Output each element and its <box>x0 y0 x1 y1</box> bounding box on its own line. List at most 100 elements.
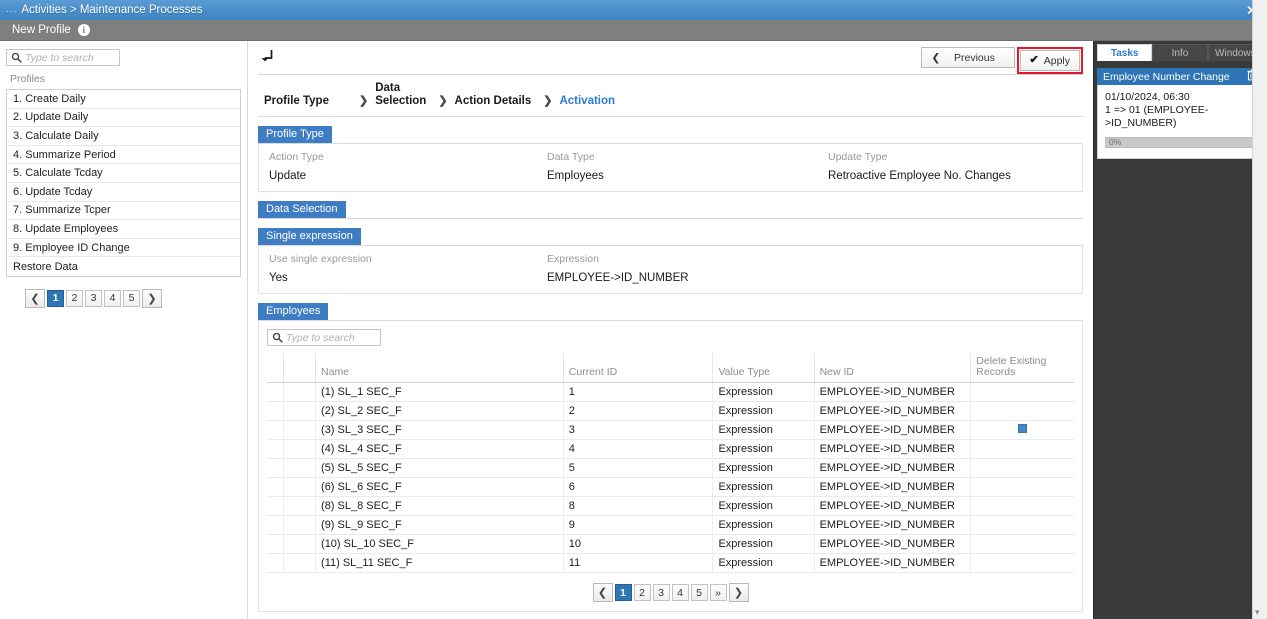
table-row[interactable]: (2) SL_2 SEC_F 2 Expression EMPLOYEE->ID… <box>267 401 1074 421</box>
table-row[interactable]: (8) SL_8 SEC_F 8 Expression EMPLOYEE->ID… <box>267 496 1074 516</box>
step-data-selection[interactable]: Data Selection <box>375 82 426 108</box>
previous-button[interactable]: ❮ Previous <box>920 47 1015 68</box>
cell-name: (6) SL_6 SEC_F <box>315 477 564 497</box>
list-item-label: 7. Summarize Tcper <box>13 204 111 217</box>
pagination-page-1[interactable]: 1 <box>47 289 64 307</box>
new-profile-label: New Profile <box>12 24 71 36</box>
table-row[interactable]: (6) SL_6 SEC_F 6 Expression EMPLOYEE->ID… <box>267 477 1074 497</box>
table-row[interactable]: (4) SL_4 SEC_F 4 Expression EMPLOYEE->ID… <box>267 439 1074 459</box>
tab-tasks[interactable]: Tasks <box>1097 44 1153 61</box>
info-icon[interactable]: i <box>77 24 90 36</box>
chevron-left-icon: ❮ <box>931 51 941 64</box>
tab-info[interactable]: Info <box>1152 44 1208 61</box>
sidebar-item-update-tcday[interactable]: 6. Update Tcday <box>7 183 240 202</box>
cell-delete-existing[interactable] <box>970 401 1074 421</box>
column-header-current-id[interactable]: Current ID <box>562 353 713 383</box>
cell-select[interactable] <box>267 534 284 554</box>
cell-delete-existing[interactable] <box>970 515 1074 535</box>
window-scrollbar[interactable]: ▾ <box>1252 0 1267 619</box>
sidebar-item-calculate-daily[interactable]: 3. Calculate Daily <box>7 127 240 146</box>
pagination-page-3[interactable]: 3 <box>652 584 670 601</box>
pagination-next-button[interactable]: ❯ <box>142 288 162 308</box>
cell-delete-existing[interactable] <box>970 439 1074 459</box>
section-title-fill <box>332 126 1083 143</box>
pagination-next-button[interactable]: ❯ <box>728 583 749 602</box>
step-action-details[interactable]: Action Details <box>455 95 532 108</box>
window-title-bar: ... Activities > Maintenance Processes ✕ <box>0 0 1267 20</box>
cell-value-type: Expression <box>712 496 815 516</box>
cell-select[interactable] <box>267 420 284 440</box>
application-window: ... Activities > Maintenance Processes ✕… <box>0 0 1267 619</box>
sidebar-item-employee-id-change[interactable]: 9. Employee ID Change <box>7 239 240 258</box>
sidebar-item-summarize-tcper[interactable]: 7. Summarize Tcper <box>7 202 240 221</box>
pagination-page-5[interactable]: 5 <box>690 584 708 601</box>
table-row[interactable]: (11) SL_11 SEC_F 11 Expression EMPLOYEE-… <box>267 553 1074 573</box>
field-expression: Expression EMPLOYEE->ID_NUMBER <box>537 253 818 284</box>
cell-select[interactable] <box>267 401 284 421</box>
sidebar-item-summarize-period[interactable]: 4. Summarize Period <box>7 146 240 165</box>
column-header-indicator[interactable] <box>282 353 316 383</box>
cell-current-id: 5 <box>562 458 713 478</box>
cell-select[interactable] <box>267 382 284 402</box>
pagination-page-2[interactable]: 2 <box>66 289 83 307</box>
list-item-label: Restore Data <box>13 260 78 273</box>
cell-new-id: EMPLOYEE->ID_NUMBER <box>813 382 971 402</box>
column-header-new-id[interactable]: New ID <box>813 353 971 383</box>
cell-select[interactable] <box>267 496 284 516</box>
table-row[interactable]: (1) SL_1 SEC_F 1 Expression EMPLOYEE->ID… <box>267 382 1074 402</box>
pagination-page-4[interactable]: 4 <box>104 289 121 307</box>
pagination-page-1[interactable]: 1 <box>614 584 632 601</box>
field-label: Action Type <box>269 151 324 163</box>
table-row[interactable]: (5) SL_5 SEC_F 5 Expression EMPLOYEE->ID… <box>267 458 1074 478</box>
sidebar-search-box[interactable] <box>6 49 120 66</box>
pagination-page-2[interactable]: 2 <box>633 584 651 601</box>
cell-delete-existing[interactable] <box>970 496 1074 516</box>
employees-search-input[interactable] <box>286 331 376 344</box>
step-activation[interactable]: Activation <box>559 95 615 108</box>
cell-select[interactable] <box>267 477 284 497</box>
cell-indicator <box>282 477 316 497</box>
window-menu-dots[interactable]: ... <box>6 5 17 15</box>
sidebar-item-update-employees[interactable]: 8. Update Employees <box>7 220 240 239</box>
cell-select[interactable] <box>267 515 284 535</box>
cell-select[interactable] <box>267 553 284 573</box>
employees-search-box[interactable] <box>267 329 381 346</box>
section-title-fill <box>361 228 1083 245</box>
cell-select[interactable] <box>267 439 284 459</box>
step-profile-type[interactable]: Profile Type <box>264 95 329 108</box>
chevron-down-icon[interactable]: ▾ <box>1255 607 1260 618</box>
list-item-label: 4. Summarize Period <box>13 148 116 161</box>
cell-delete-existing[interactable] <box>970 382 1074 402</box>
cell-delete-existing[interactable] <box>970 458 1074 478</box>
cell-delete-existing[interactable] <box>970 420 1074 440</box>
check-icon: ✔ <box>1029 54 1039 66</box>
cell-new-id: EMPLOYEE->ID_NUMBER <box>813 553 971 573</box>
sidebar-item-update-daily[interactable]: 2. Update Daily <box>7 109 240 128</box>
cell-current-id: 10 <box>562 534 713 554</box>
sidebar-item-calculate-tcday[interactable]: 5. Calculate Tcday <box>7 164 240 183</box>
column-header-value-type[interactable]: Value Type <box>712 353 815 383</box>
pagination-prev-button[interactable]: ❮ <box>592 583 613 602</box>
task-card-header: Employee Number Change <box>1097 68 1263 85</box>
return-arrow-icon[interactable] <box>261 49 275 65</box>
sidebar-item-create-daily[interactable]: 1. Create Daily <box>7 90 240 109</box>
cell-select[interactable] <box>267 458 284 478</box>
cell-delete-existing[interactable] <box>970 553 1074 573</box>
sidebar-search-input[interactable] <box>25 51 115 64</box>
pagination-prev-button[interactable]: ❮ <box>25 288 45 308</box>
table-row[interactable]: (3) SL_3 SEC_F 3 Expression EMPLOYEE->ID… <box>267 420 1074 440</box>
apply-button[interactable]: ✔ Apply <box>1019 50 1080 71</box>
table-row[interactable]: (10) SL_10 SEC_F 10 Expression EMPLOYEE-… <box>267 534 1074 554</box>
table-row[interactable]: (9) SL_9 SEC_F 9 Expression EMPLOYEE->ID… <box>267 515 1074 535</box>
pagination-page-more[interactable]: » <box>709 584 727 601</box>
cell-delete-existing[interactable] <box>970 477 1074 497</box>
column-header-select[interactable] <box>267 353 284 383</box>
pagination-page-4[interactable]: 4 <box>671 584 689 601</box>
checkbox-icon[interactable] <box>1018 424 1028 433</box>
column-header-name[interactable]: Name <box>315 353 564 383</box>
pagination-page-3[interactable]: 3 <box>85 289 102 307</box>
sidebar-item-restore-data[interactable]: Restore Data <box>7 257 240 276</box>
column-header-delete-existing-records[interactable]: Delete Existing Records <box>970 353 1074 383</box>
cell-delete-existing[interactable] <box>970 534 1074 554</box>
pagination-page-5[interactable]: 5 <box>123 289 140 307</box>
